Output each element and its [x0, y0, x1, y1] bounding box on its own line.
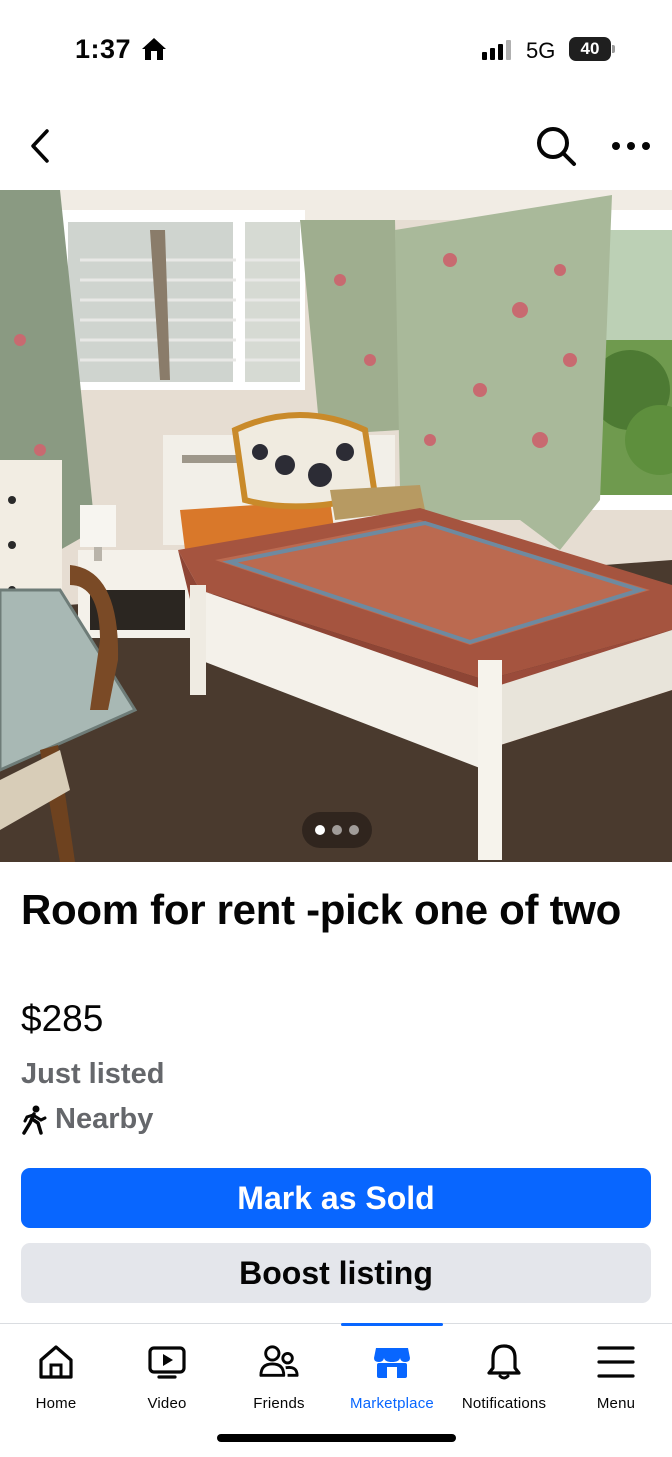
bell-icon: [484, 1342, 524, 1382]
listing-title: Room for rent -pick one of two: [21, 886, 621, 933]
home-icon: [36, 1342, 76, 1382]
tab-home[interactable]: Home: [0, 1324, 112, 1424]
home-indicator[interactable]: [217, 1434, 456, 1442]
back-button[interactable]: [20, 124, 60, 168]
location-label: Nearby: [55, 1103, 154, 1135]
tab-notifications[interactable]: Notifications: [448, 1324, 560, 1424]
more-horizontal-icon: [612, 142, 650, 150]
video-play-icon: [147, 1342, 187, 1382]
hamburger-menu-icon: [596, 1342, 636, 1382]
listing-photo[interactable]: [0, 190, 672, 862]
chevron-left-icon: [31, 129, 49, 163]
search-button[interactable]: [532, 122, 580, 170]
search-icon: [537, 127, 576, 166]
mark-as-sold-button[interactable]: Mark as Sold: [21, 1168, 651, 1228]
boost-listing-button[interactable]: Boost listing: [21, 1243, 651, 1303]
status-time: 1:37: [75, 34, 132, 64]
listing-location: Nearby: [21, 1103, 153, 1136]
marketplace-icon: [372, 1342, 412, 1382]
carousel-dot[interactable]: [349, 825, 359, 835]
walking-person-icon: [22, 1105, 47, 1135]
battery-cap: [612, 45, 615, 53]
tab-label: Video: [147, 1395, 187, 1412]
tab-menu[interactable]: Menu: [560, 1324, 672, 1424]
tab-friends[interactable]: Friends: [223, 1324, 335, 1424]
home-status-icon: [142, 38, 166, 60]
top-nav: [0, 110, 672, 182]
network-type: 5G: [526, 38, 556, 63]
friends-icon: [259, 1342, 299, 1382]
cellular-signal-icon: [482, 38, 511, 60]
listing-status: Just listed: [21, 1058, 165, 1090]
tab-label: Menu: [596, 1395, 636, 1412]
tab-video[interactable]: Video: [111, 1324, 223, 1424]
carousel-dot[interactable]: [332, 825, 342, 835]
listing-price: $285: [21, 998, 104, 1039]
battery-icon: 40: [569, 37, 611, 61]
status-bar: 1:37 5G 40: [0, 0, 672, 100]
carousel-dot[interactable]: [315, 825, 325, 835]
tab-label: Friends: [253, 1395, 305, 1412]
bedroom-photo-image: [0, 190, 672, 862]
photo-carousel-dots[interactable]: [302, 812, 372, 848]
more-options-button[interactable]: [606, 128, 656, 164]
tab-label: Notifications: [461, 1395, 547, 1412]
tab-label: Marketplace: [350, 1395, 434, 1412]
tab-label: Home: [35, 1395, 77, 1412]
tab-marketplace[interactable]: Marketplace: [336, 1324, 448, 1424]
